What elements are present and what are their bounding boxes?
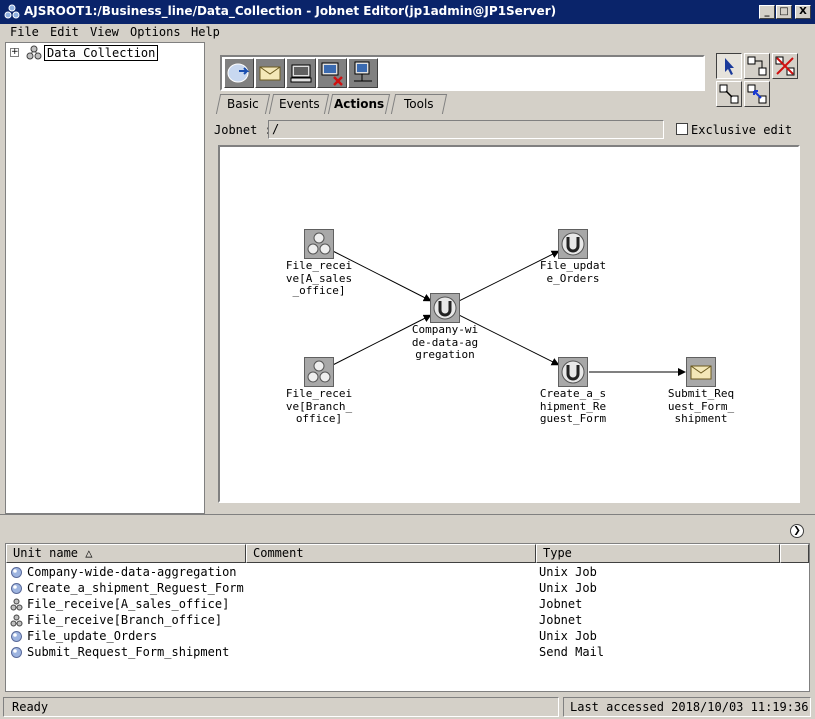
tree-expander[interactable]: +	[10, 48, 19, 57]
list-item[interactable]: File_receive[Branch_office] Jobnet	[6, 612, 806, 628]
tab-basic-label: Basic	[227, 97, 259, 111]
jobnet-path-field: /	[268, 120, 664, 139]
unix-job-icon	[11, 647, 22, 658]
unit-list[interactable]: Unit name △ Comment Type Company-wide-da…	[5, 543, 810, 692]
title-bar[interactable]: AJSROOT1:/Business_line/Data_Collection …	[0, 0, 815, 24]
unit-name: File_update_Orders	[27, 629, 158, 643]
double-chevron-down-icon[interactable]: ❯	[790, 524, 804, 538]
unit-name: Company-wide-data-aggregation	[27, 565, 237, 579]
unit-type: Unix Job	[539, 565, 597, 579]
column-comment[interactable]: Comment	[246, 544, 536, 563]
tree-root-label[interactable]: Data Collection	[44, 45, 159, 61]
map-unit-label: File_recei ve[Branch_ office]	[285, 387, 353, 425]
unit-name: File_receive[Branch_office]	[27, 613, 223, 627]
map-unit-submit-request[interactable]: Submit_Req uest_Form_ shipment	[656, 357, 746, 426]
disconnect-icon[interactable]	[772, 53, 798, 79]
tab-tools-label: Tools	[404, 97, 434, 111]
jobnet-icon	[26, 45, 42, 60]
exclusive-edit-checkbox[interactable]	[676, 123, 688, 135]
menu-edit[interactable]: Edit	[50, 25, 79, 39]
unix-job-icon	[430, 293, 460, 323]
app-icon	[4, 4, 20, 19]
column-type[interactable]: Type	[536, 544, 780, 563]
jobnet-tree[interactable]: + Data Collection	[5, 42, 205, 514]
remove-pc-job-icon[interactable]	[317, 58, 347, 88]
list-item[interactable]: File_update_Orders Unix Job	[6, 628, 806, 644]
close-button[interactable]: X	[795, 5, 811, 19]
horizontal-splitter[interactable]	[0, 514, 815, 518]
column-filler	[780, 544, 809, 563]
map-unit-label: File_recei ve[A_sales _office]	[285, 259, 353, 297]
unit-type: Jobnet	[539, 613, 583, 627]
list-item[interactable]: File_receive[A_sales_office] Jobnet	[6, 596, 806, 612]
unix-job-icon	[11, 631, 22, 642]
tab-events[interactable]: Events	[268, 94, 330, 114]
vertical-splitter[interactable]	[205, 42, 210, 514]
unit-name: Submit_Request_Form_shipment	[27, 645, 230, 659]
pc-job-icon[interactable]	[286, 58, 316, 88]
tab-events-label: Events	[278, 97, 320, 111]
map-unit-create-shipment[interactable]: Create_a_s hipment_Re guest_Form	[528, 357, 618, 426]
maximize-button[interactable]: □	[776, 5, 792, 19]
icon-palette	[220, 55, 705, 91]
unit-name: Create_a_shipment_Reguest_Form	[27, 581, 244, 595]
minimize-button[interactable]: _	[759, 5, 775, 19]
unit-type: Unix Job	[539, 581, 597, 595]
connect-icon[interactable]	[744, 53, 770, 79]
column-unit-name[interactable]: Unit name △	[6, 544, 246, 563]
jobnet-icon	[10, 614, 23, 627]
jobnet-label: Jobnet :	[214, 123, 272, 137]
mail-icon[interactable]	[255, 58, 285, 88]
relation-reverse-icon[interactable]	[744, 81, 770, 107]
menu-bar: File Edit View Options Help	[0, 24, 815, 42]
map-unit-aggregation[interactable]: Company-wi de-data-ag gregation	[400, 293, 490, 362]
map-unit-label: File_updat e_Orders	[539, 259, 607, 285]
menu-view[interactable]: View	[90, 25, 119, 39]
window-title: AJSROOT1:/Business_line/Data_Collection …	[24, 4, 557, 18]
tab-actions-label: Actions	[333, 97, 385, 111]
map-unit-file-receive-branch[interactable]: File_recei ve[Branch_ office]	[274, 357, 364, 426]
menu-options[interactable]: Options	[130, 25, 181, 39]
jobnet-icon	[304, 357, 334, 387]
relation-icon[interactable]	[716, 81, 742, 107]
map-edges	[333, 250, 686, 376]
map-unit-file-update[interactable]: File_updat e_Orders	[528, 229, 618, 285]
exclusive-edit-label[interactable]: Exclusive edit	[691, 123, 792, 137]
jobnet-icon	[10, 598, 23, 611]
list-item[interactable]: Company-wide-data-aggregation Unix Job	[6, 564, 806, 580]
jobnet-icon	[304, 229, 334, 259]
status-text: Ready	[3, 697, 559, 717]
unit-type: Send Mail	[539, 645, 605, 659]
menu-help[interactable]: Help	[191, 25, 220, 39]
tab-basic[interactable]: Basic	[215, 94, 271, 114]
menu-file[interactable]: File	[10, 25, 39, 39]
unit-name: File_receive[A_sales_office]	[27, 597, 230, 611]
list-item[interactable]: Submit_Request_Form_shipment Send Mail	[6, 644, 806, 660]
unix-job-icon	[11, 567, 22, 578]
list-item[interactable]: Create_a_shipment_Reguest_Form Unix Job	[6, 580, 806, 596]
file-receive-icon[interactable]	[224, 58, 254, 88]
unix-job-icon	[11, 583, 22, 594]
unix-job-icon	[558, 357, 588, 387]
send-mail-icon	[686, 357, 716, 387]
tab-actions[interactable]: Actions	[327, 94, 391, 114]
jobnet-map[interactable]: File_recei ve[A_sales _office] File_rece…	[218, 145, 800, 503]
tab-tools[interactable]: Tools	[390, 94, 448, 114]
map-unit-label: Submit_Req uest_Form_ shipment	[667, 387, 735, 425]
map-unit-label: Company-wi de-data-ag gregation	[411, 323, 479, 361]
select-arrow-icon[interactable]	[716, 53, 742, 79]
unix-pc-job-icon[interactable]	[348, 58, 378, 88]
map-unit-file-receive-a[interactable]: File_recei ve[A_sales _office]	[274, 229, 364, 298]
status-bar: Ready Last accessed 2018/10/03 11:19:36	[0, 695, 815, 719]
unix-job-icon	[558, 229, 588, 259]
last-accessed-text: Last accessed 2018/10/03 11:19:36	[563, 697, 811, 717]
unit-type: Unix Job	[539, 629, 597, 643]
unit-type: Jobnet	[539, 597, 583, 611]
map-unit-label: Create_a_s hipment_Re guest_Form	[539, 387, 607, 425]
